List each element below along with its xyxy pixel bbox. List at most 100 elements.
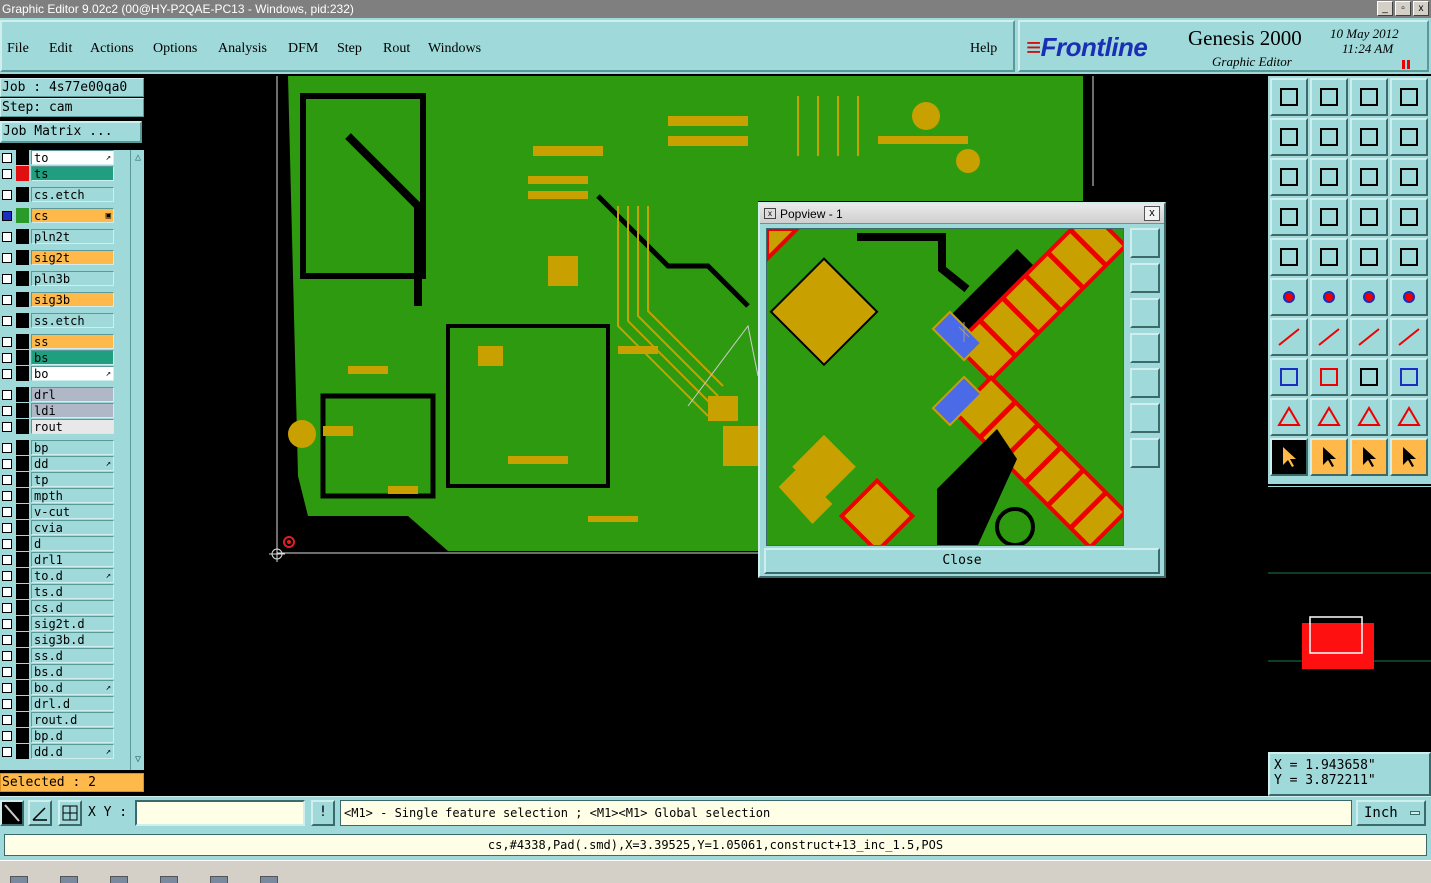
- layer-color-swatch[interactable]: [16, 403, 29, 418]
- layer-checkbox[interactable]: [2, 715, 12, 725]
- layer-row-bp[interactable]: bp: [0, 440, 118, 455]
- layer-checkbox[interactable]: [2, 619, 12, 629]
- select-path-icon[interactable]: [1390, 438, 1428, 476]
- layer-checkbox[interactable]: [2, 232, 12, 242]
- layer-color-swatch[interactable]: [16, 600, 29, 615]
- layer-color-swatch[interactable]: [16, 334, 29, 349]
- point-b-icon[interactable]: [1390, 278, 1428, 316]
- layer-color-swatch[interactable]: [16, 616, 29, 631]
- popview-titlebar[interactable]: x Popview - 1 x: [760, 204, 1164, 224]
- menu-rout[interactable]: Rout: [383, 41, 410, 57]
- layer-color-swatch[interactable]: [16, 229, 29, 244]
- triangle-b-icon[interactable]: [1310, 398, 1348, 436]
- layer-checkbox[interactable]: [2, 587, 12, 597]
- popview-canvas[interactable]: [766, 228, 1124, 546]
- layer-row-sig2t-d[interactable]: sig2t.d: [0, 616, 118, 631]
- layer-color-swatch[interactable]: [16, 350, 29, 365]
- layer-checkbox[interactable]: [2, 443, 12, 453]
- select-tool-icon[interactable]: [1350, 438, 1388, 476]
- menu-step[interactable]: Step: [337, 41, 362, 57]
- layer-name[interactable]: ss.d: [31, 648, 114, 663]
- layer-row-cs-d[interactable]: cs.d: [0, 600, 118, 615]
- select-box-icon[interactable]: [1310, 438, 1348, 476]
- layer-name[interactable]: sig3b: [31, 292, 114, 307]
- layer-row-dd[interactable]: dd ↗: [0, 456, 118, 471]
- layer-name[interactable]: drl: [31, 387, 114, 402]
- taskbar-app-icon[interactable]: [260, 876, 278, 883]
- xy-input[interactable]: [135, 800, 305, 826]
- menu-actions[interactable]: Actions: [90, 41, 134, 57]
- cluster-icon[interactable]: [1390, 358, 1428, 396]
- layer-color-swatch[interactable]: [16, 728, 29, 743]
- layer-checkbox[interactable]: [2, 190, 12, 200]
- ruler-icon[interactable]: [1350, 238, 1388, 276]
- layer-color-swatch[interactable]: [16, 366, 29, 381]
- layer-checkbox[interactable]: [2, 274, 12, 284]
- layer-row-drl-d[interactable]: drl.d: [0, 696, 118, 711]
- popview-pan-left-icon[interactable]: [1130, 333, 1160, 363]
- angle-icon[interactable]: [1270, 318, 1308, 356]
- layer-checkbox[interactable]: [2, 539, 12, 549]
- popview-pan-right-icon[interactable]: [1130, 368, 1160, 398]
- layer-color-swatch[interactable]: [16, 744, 29, 759]
- layer-row-tp[interactable]: tp: [0, 472, 118, 487]
- layer-name[interactable]: pln2t: [31, 229, 114, 244]
- layer-color-swatch[interactable]: [16, 584, 29, 599]
- layer-name[interactable]: ts.d: [31, 584, 114, 599]
- layer-name[interactable]: ss.etch: [31, 313, 114, 328]
- layer-name[interactable]: dd.d ↗: [31, 744, 114, 759]
- snap-point-icon[interactable]: [1270, 358, 1308, 396]
- layer-name[interactable]: rout: [31, 419, 114, 434]
- layer-name[interactable]: v-cut: [31, 504, 114, 519]
- layer-name[interactable]: ss: [31, 334, 114, 349]
- save-icon[interactable]: [1310, 78, 1348, 116]
- layer-name[interactable]: tp: [31, 472, 114, 487]
- popview-pan-down-icon[interactable]: [1130, 298, 1160, 328]
- layer-color-swatch[interactable]: [16, 552, 29, 567]
- circle-icon[interactable]: [1390, 238, 1428, 276]
- layer-name[interactable]: cs ▣: [31, 208, 114, 223]
- layer-color-swatch[interactable]: [16, 387, 29, 402]
- layer-color-swatch[interactable]: [16, 419, 29, 434]
- scale-icon[interactable]: [1350, 158, 1388, 196]
- split-view-icon[interactable]: [1390, 78, 1428, 116]
- triangle-a-icon[interactable]: [1270, 398, 1308, 436]
- pause-icon[interactable]: [1402, 60, 1410, 69]
- layer-name[interactable]: dd ↗: [31, 456, 114, 471]
- layer-checkbox[interactable]: [2, 316, 12, 326]
- polygon-icon[interactable]: [1310, 238, 1348, 276]
- maximize-button[interactable]: ▫: [1395, 1, 1411, 16]
- execute-button[interactable]: !: [311, 800, 335, 826]
- layer-name[interactable]: bo ↗: [31, 366, 114, 381]
- layer-checkbox[interactable]: [2, 459, 12, 469]
- menu-file[interactable]: File: [7, 41, 29, 57]
- dash-icon[interactable]: [1310, 358, 1348, 396]
- layer-row-d[interactable]: d: [0, 536, 118, 551]
- layer-color-swatch[interactable]: [16, 568, 29, 583]
- layer-name[interactable]: d: [31, 536, 114, 551]
- query-icon[interactable]: [1390, 158, 1428, 196]
- triangle-d-icon[interactable]: [1390, 398, 1428, 436]
- layer-name[interactable]: cs.d: [31, 600, 114, 615]
- layer-checkbox[interactable]: [2, 406, 12, 416]
- layer-color-swatch[interactable]: [16, 488, 29, 503]
- layer-row-sig3b-d[interactable]: sig3b.d: [0, 632, 118, 647]
- taskbar-app-icon[interactable]: [210, 876, 228, 883]
- layer-color-swatch[interactable]: [16, 456, 29, 471]
- layer-name[interactable]: mpth: [31, 488, 114, 503]
- layer-checkbox[interactable]: [2, 555, 12, 565]
- layer-name[interactable]: bp.d: [31, 728, 114, 743]
- layer-checkbox[interactable]: [2, 295, 12, 305]
- layer-a-icon[interactable]: [1350, 198, 1388, 236]
- layer-name[interactable]: ts: [31, 166, 114, 181]
- popview-close-icon[interactable]: x: [1144, 206, 1160, 221]
- layer-name[interactable]: bp: [31, 440, 114, 455]
- layer-color-swatch[interactable]: [16, 680, 29, 695]
- layer-row-to[interactable]: to ↗: [0, 150, 118, 165]
- layer-name[interactable]: ldi: [31, 403, 114, 418]
- menu-dfm[interactable]: DFM: [288, 41, 318, 57]
- layer-name[interactable]: bs: [31, 350, 114, 365]
- layer-checkbox[interactable]: [2, 369, 12, 379]
- grid-icon[interactable]: [58, 800, 82, 826]
- layer-list-scrollbar[interactable]: △ ▽: [130, 150, 144, 770]
